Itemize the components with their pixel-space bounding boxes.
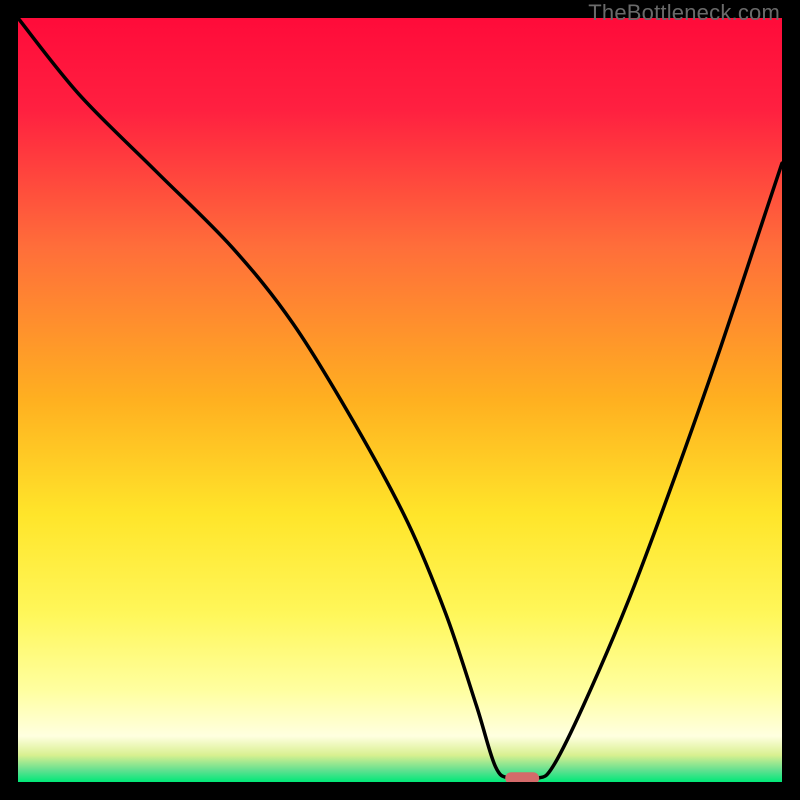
chart-container: TheBottleneck.com <box>0 0 800 800</box>
chart-svg <box>18 18 782 782</box>
plot-area <box>18 18 782 782</box>
chart-background <box>18 18 782 782</box>
optimum-marker <box>505 772 539 782</box>
watermark-text: TheBottleneck.com <box>588 0 780 26</box>
